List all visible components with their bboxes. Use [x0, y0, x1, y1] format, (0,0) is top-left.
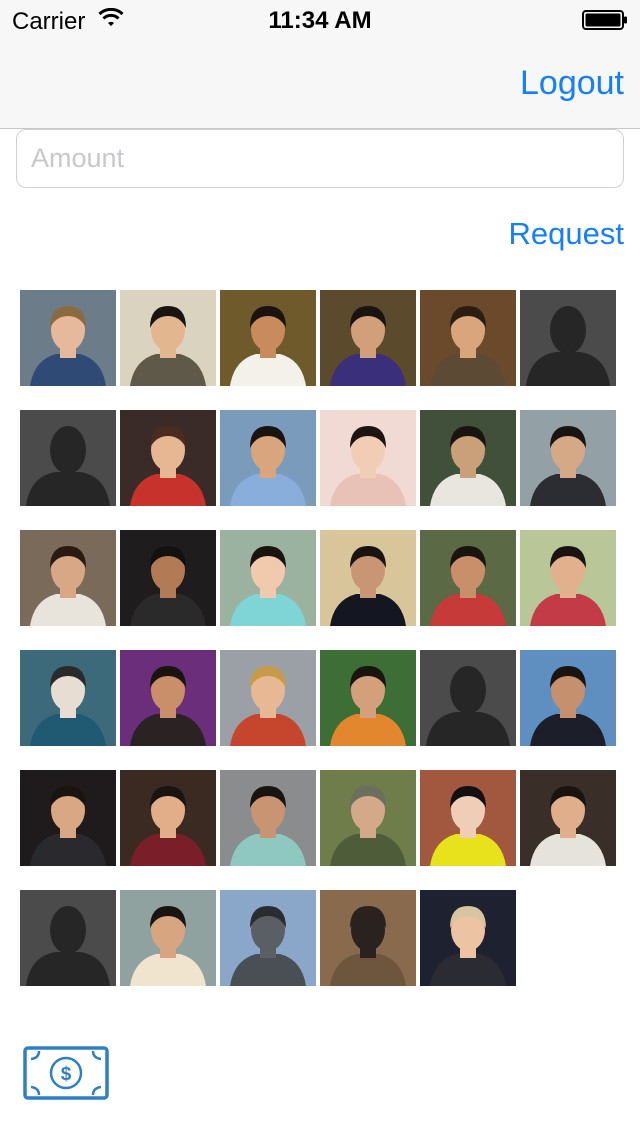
- friend-avatar[interactable]: [320, 410, 416, 506]
- logout-button[interactable]: Logout: [520, 64, 624, 103]
- friend-avatar-placeholder[interactable]: [20, 410, 116, 506]
- friend-avatar-placeholder[interactable]: [20, 890, 116, 986]
- friend-avatar[interactable]: [120, 530, 216, 626]
- friend-avatar[interactable]: [420, 410, 516, 506]
- friend-avatar[interactable]: [20, 530, 116, 626]
- friend-avatar[interactable]: [220, 410, 316, 506]
- friend-avatar-placeholder[interactable]: [520, 290, 616, 386]
- pay-button[interactable]: $: [22, 1045, 110, 1101]
- status-bar: Carrier 11:34 AM: [0, 0, 640, 40]
- friend-avatar[interactable]: [220, 890, 316, 986]
- friend-avatar[interactable]: [420, 890, 516, 986]
- dollar-bill-icon: $: [22, 1046, 110, 1105]
- request-button[interactable]: Request: [509, 216, 624, 252]
- friend-avatar[interactable]: [520, 410, 616, 506]
- navigation-bar: Logout: [0, 40, 640, 129]
- amount-input[interactable]: [16, 129, 624, 188]
- friend-avatar[interactable]: [120, 290, 216, 386]
- friend-avatar[interactable]: [120, 770, 216, 866]
- friend-avatar[interactable]: [320, 650, 416, 746]
- friend-avatar[interactable]: [220, 530, 316, 626]
- clock: 11:34 AM: [268, 7, 372, 34]
- friend-avatar[interactable]: [420, 770, 516, 866]
- friend-avatar[interactable]: [320, 530, 416, 626]
- friend-avatar[interactable]: [520, 650, 616, 746]
- friend-avatar[interactable]: [420, 530, 516, 626]
- friend-avatar[interactable]: [320, 890, 416, 986]
- friend-avatar[interactable]: [120, 410, 216, 506]
- friend-avatar[interactable]: [220, 770, 316, 866]
- friend-avatar[interactable]: [420, 290, 516, 386]
- battery-icon: [582, 10, 628, 30]
- svg-text:$: $: [61, 1064, 72, 1085]
- friend-avatar[interactable]: [520, 530, 616, 626]
- friend-avatar[interactable]: [220, 290, 316, 386]
- friend-avatar-placeholder[interactable]: [420, 650, 516, 746]
- friend-avatar[interactable]: [20, 770, 116, 866]
- friend-avatar[interactable]: [320, 290, 416, 386]
- friend-avatar[interactable]: [120, 650, 216, 746]
- friend-avatar[interactable]: [520, 770, 616, 866]
- friend-avatar[interactable]: [320, 770, 416, 866]
- friend-avatar[interactable]: [220, 650, 316, 746]
- friend-avatar[interactable]: [120, 890, 216, 986]
- friend-avatar[interactable]: [20, 650, 116, 746]
- friend-avatar[interactable]: [20, 290, 116, 386]
